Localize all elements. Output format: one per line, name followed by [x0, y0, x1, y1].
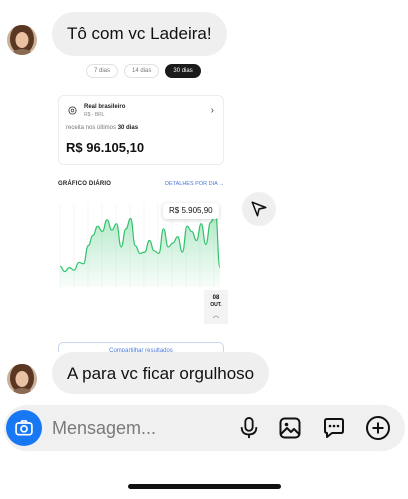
voice-message-button[interactable] [235, 414, 263, 442]
plus-circle-icon [366, 416, 390, 440]
gallery-icon [279, 417, 301, 439]
camera-button[interactable] [6, 410, 42, 446]
message-bubble[interactable]: A para vc ficar orgulhoso [52, 352, 270, 394]
home-indicator[interactable] [128, 484, 281, 489]
chevron-up-icon: ︿ [212, 312, 220, 319]
revenue-label-period: 30 dias [117, 125, 139, 131]
message-composer [4, 405, 405, 451]
selected-date: 08 OUT. ︿ [204, 290, 228, 324]
chart-title: GRÁFICO DIÁRIO [58, 181, 112, 187]
avatar[interactable] [7, 25, 37, 55]
selected-date-day: 08 [212, 295, 220, 301]
period-chips: 7 dias 14 dias 30 dias [86, 64, 201, 80]
message-input[interactable] [52, 415, 222, 441]
avatar-image [7, 25, 37, 55]
chip-30-days: 30 dias [165, 64, 201, 78]
currency-card: Real brasileiro R$ - BRL › receita nos ú… [58, 95, 224, 165]
revenue-value: R$ 96.105,10 [66, 140, 145, 155]
currency-code: R$ - BRL [84, 112, 105, 118]
chart-tooltip: R$ 5.905,90 [163, 203, 219, 219]
chip-7-days: 7 dias [86, 64, 119, 78]
send-post-icon [251, 201, 267, 217]
selected-date-month: OUT. [210, 302, 222, 308]
sticker-icon [324, 418, 344, 438]
currency-name: Real brasileiro [84, 104, 126, 110]
revenue-label: receita nos últimos 30 dias [66, 125, 138, 131]
avatar[interactable] [7, 364, 37, 394]
gallery-button[interactable] [276, 414, 304, 442]
chip-14-days: 14 dias [124, 64, 160, 78]
message-text: A para vc ficar orgulhoso [67, 364, 255, 383]
more-options-button[interactable] [364, 414, 392, 442]
microphone-icon [240, 417, 258, 439]
message-text: Tô com vc Ladeira! [67, 24, 212, 43]
chart-details-link: DETALHES POR DIA → [165, 181, 225, 187]
chevron-right-icon: › [210, 105, 214, 116]
avatar-image [7, 364, 37, 394]
camera-icon [15, 420, 33, 436]
shared-screenshot[interactable]: 7 dias 14 dias 30 dias Real brasileiro R… [52, 62, 232, 352]
currency-icon [68, 106, 77, 115]
sticker-button[interactable] [320, 414, 348, 442]
dm-thread: Tô com vc Ladeira! 7 dias 14 dias 30 dia… [0, 0, 408, 499]
message-bubble[interactable]: Tô com vc Ladeira! [52, 12, 227, 56]
revenue-label-prefix: receita nos últimos [66, 125, 117, 131]
chart-area [60, 210, 220, 287]
share-post-button[interactable] [242, 192, 276, 226]
share-results-button: Compartilhar resultados [58, 342, 224, 352]
